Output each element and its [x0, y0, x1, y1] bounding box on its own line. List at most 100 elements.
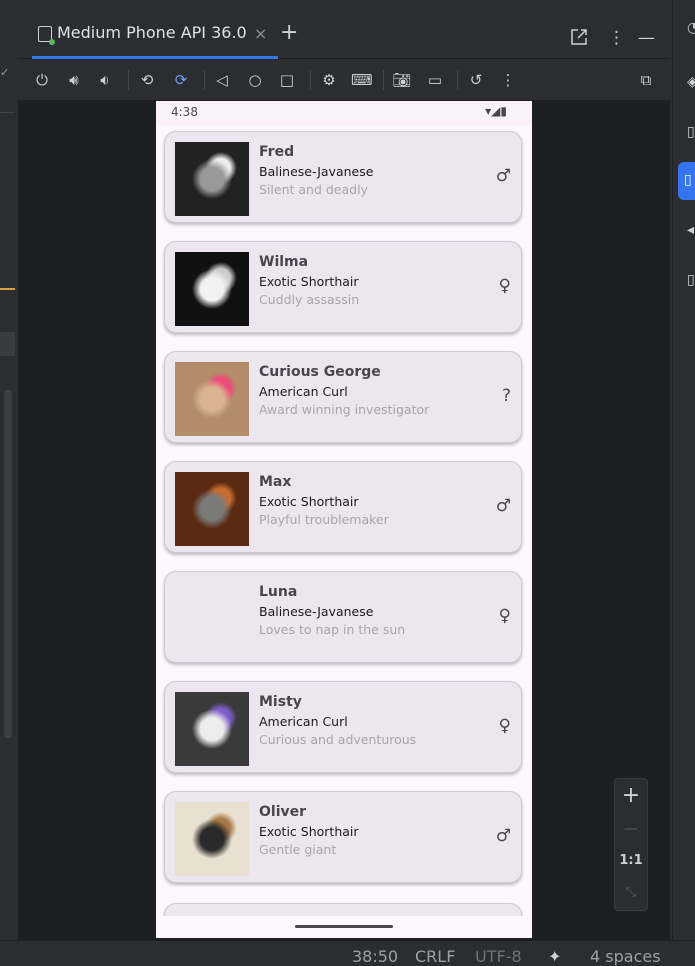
rotate-left-icon[interactable]: ⟲: [137, 70, 157, 90]
cat-name: Curious George: [259, 364, 381, 380]
external-window-icon[interactable]: [570, 28, 588, 51]
cat-desc: Cuddly assassin: [259, 292, 360, 307]
phone-status-bar: 4:38 ▾◢▮: [156, 101, 532, 125]
line-separator[interactable]: CRLF: [415, 947, 455, 966]
overview-icon[interactable]: □: [277, 70, 297, 90]
home-icon[interactable]: ○: [245, 70, 265, 90]
more-options-button[interactable]: ⋮: [608, 28, 625, 48]
cat-breed: American Curl: [259, 384, 348, 399]
reset-icon[interactable]: ↺: [466, 70, 486, 90]
list-item[interactable]: Max Exotic Shorthair Playful troublemaker ♂: [164, 461, 522, 553]
cat-breed: Exotic Shorthair: [259, 494, 359, 509]
cat-desc: Award winning investigator: [259, 402, 430, 417]
ai-icon[interactable]: ✦: [548, 947, 561, 966]
right-tool-strip: ◔ ◈ ▯ ◂ ▯: [672, 0, 695, 962]
cat-desc: Gentle giant: [259, 842, 337, 857]
cat-photo: [175, 362, 249, 436]
left-scrollbar[interactable]: [4, 390, 12, 738]
check-icon: ✓: [0, 66, 10, 79]
keyboard-icon[interactable]: ⌨: [351, 70, 373, 90]
gender-icon: ♀: [498, 716, 511, 736]
gender-icon: ♂: [495, 496, 511, 516]
camera-icon[interactable]: 📷︎: [392, 70, 412, 90]
list-item[interactable]: Oliver Exotic Shorthair Gentle giant ♂: [164, 791, 522, 883]
list-item[interactable]: Fred Balinese-Javanese Silent and deadly ♂: [164, 131, 522, 223]
cat-photo: [175, 802, 249, 876]
back-icon[interactable]: ◁: [212, 70, 232, 90]
zoom-in-button[interactable]: +: [615, 783, 647, 808]
list-item[interactable]: Curious George American Curl Award winning…: [164, 351, 522, 443]
cat-breed: Exotic Shorthair: [259, 824, 359, 839]
toolbar-separator: [310, 70, 311, 90]
record-icon[interactable]: ▭: [425, 70, 445, 90]
gemini-icon[interactable]: ◈: [687, 74, 695, 92]
cat-name: Oliver: [259, 804, 307, 820]
running-devices-active-icon[interactable]: ▯: [678, 162, 695, 200]
tab-emulator[interactable]: Medium Phone API 36.0 ×: [32, 22, 278, 58]
gesture-nav-handle[interactable]: [295, 925, 393, 928]
status-icons: ▾◢▮: [485, 104, 507, 118]
tab-label: Medium Phone API 36.0: [57, 23, 247, 42]
gender-icon: ♀: [498, 606, 511, 626]
cat-desc: Curious and adventurous: [259, 732, 417, 747]
left-panel-marker: [0, 288, 15, 290]
assistant-icon[interactable]: ◂: [687, 222, 695, 240]
ide-status-bar: 38:50 CRLF UTF-8 ✦ 4 spaces: [0, 940, 695, 966]
volume-down-icon[interactable]: 🔉︎: [95, 70, 115, 90]
device-settings-icon[interactable]: ⚙: [319, 70, 339, 90]
cat-desc: Playful troublemaker: [259, 512, 389, 527]
minimize-button[interactable]: —: [638, 28, 655, 48]
tab-close-button[interactable]: ×: [254, 24, 267, 43]
cat-name: Max: [259, 474, 292, 490]
left-divider: [0, 112, 15, 113]
cat-desc: Silent and deadly: [259, 182, 368, 197]
emulator-toolbar: ⏻ 🔊︎ 🔉︎ ⟲ ⟳ ◁ ○ □ ⚙ ⌨ 📷︎ ▭ ↺ ⋮ ⧉: [18, 62, 670, 100]
tab-active-underline: [32, 56, 278, 59]
gender-icon: ♂: [495, 826, 511, 846]
notifications-icon[interactable]: ◔: [687, 20, 695, 38]
toolbar-separator: [204, 70, 205, 90]
cat-breed: Balinese-Javanese: [259, 604, 374, 619]
rotate-right-icon[interactable]: ⟳: [171, 70, 191, 90]
cat-name: Misty: [259, 694, 302, 710]
more-icon[interactable]: ⋮: [498, 70, 518, 90]
indent-setting[interactable]: 4 spaces: [590, 947, 661, 966]
device-explorer-icon[interactable]: ⧉: [636, 70, 656, 90]
zoom-out-button[interactable]: —: [615, 821, 647, 837]
running-devices-icon[interactable]: ▯: [687, 272, 695, 290]
zoom-fit-button[interactable]: ⤡: [615, 885, 647, 900]
list-item[interactable]: Luna Balinese-Javanese Loves to nap in the…: [164, 571, 522, 663]
cat-breed: American Curl: [259, 714, 348, 729]
phone-screen[interactable]: 4:38 ▾◢▮ Fred Balinese-Javanese Silent and…: [156, 101, 532, 938]
cat-breed: Balinese-Javanese: [259, 164, 374, 179]
cat-photo: [175, 582, 249, 656]
zoom-actual-size-button[interactable]: 1:1: [615, 853, 647, 868]
tab-bar: Medium Phone API 36.0 × + ⋮ —: [18, 8, 670, 59]
device-manager-icon[interactable]: ▯: [687, 124, 695, 142]
device-icon: [38, 26, 55, 45]
gender-icon: ?: [501, 386, 511, 406]
add-tab-button[interactable]: +: [280, 20, 298, 45]
left-panel-band: [0, 332, 15, 356]
list-item[interactable]: Misty American Curl Curious and adventurou…: [164, 681, 522, 773]
cat-name: Wilma: [259, 254, 309, 270]
volume-up-icon[interactable]: 🔊︎: [64, 70, 84, 90]
file-encoding[interactable]: UTF-8: [475, 947, 522, 966]
cat-name: Luna: [259, 584, 298, 600]
cat-desc: Loves to nap in the sun: [259, 622, 406, 637]
cat-photo: [175, 252, 249, 326]
zoom-panel: + — 1:1 ⤡: [614, 778, 648, 911]
list-item[interactable]: Wilma Exotic Shorthair Cuddly assassin ♀: [164, 241, 522, 333]
toolbar-separator: [457, 70, 458, 90]
gender-icon: ♂: [495, 166, 511, 186]
cursor-position[interactable]: 38:50: [352, 947, 398, 966]
toolbar-separator: [383, 70, 384, 90]
cat-breed: Exotic Shorthair: [259, 274, 359, 289]
cat-photo: [175, 142, 249, 216]
status-time: 4:38: [171, 105, 198, 119]
cat-name: Fred: [259, 144, 295, 160]
cat-photo: [175, 692, 249, 766]
gender-icon: ♀: [498, 276, 511, 296]
cat-photo: [175, 472, 249, 546]
power-icon[interactable]: ⏻: [32, 70, 52, 90]
